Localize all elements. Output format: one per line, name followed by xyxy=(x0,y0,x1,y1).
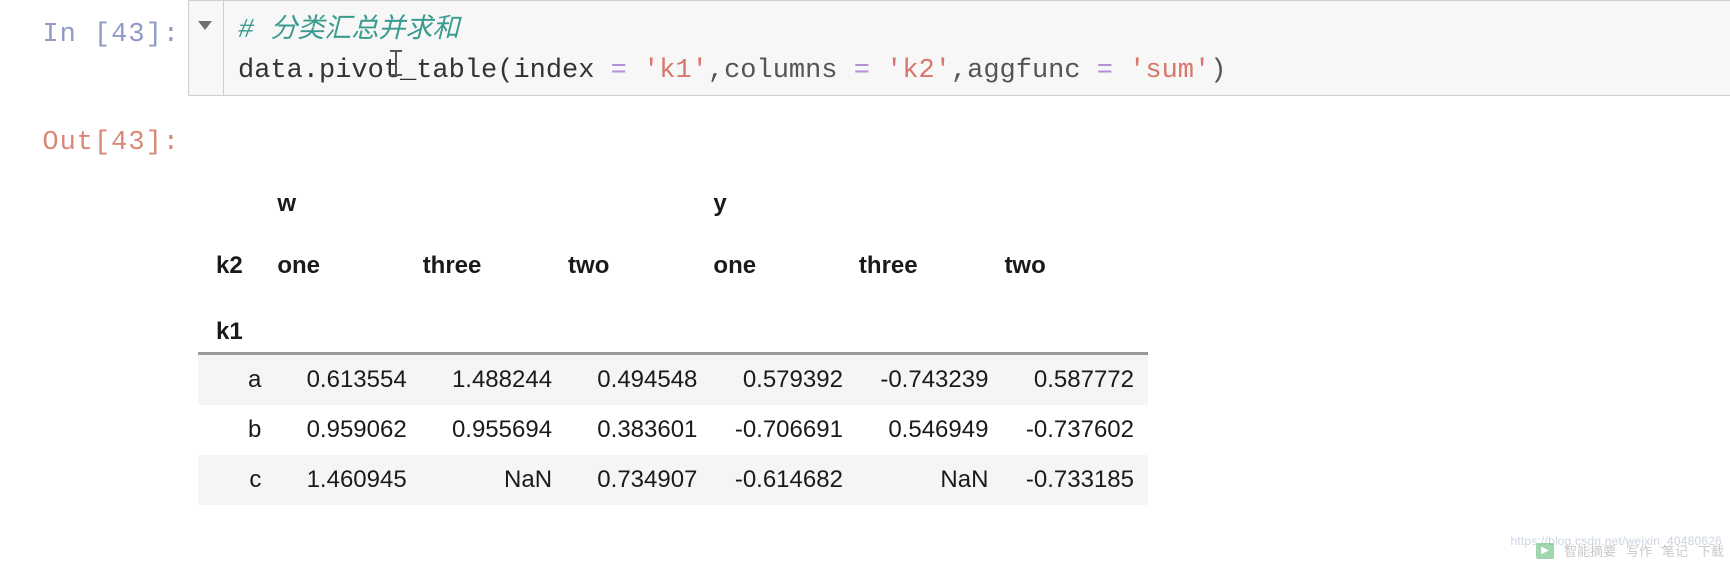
code-operator-2: = xyxy=(853,56,870,86)
index-name-spacer-6 xyxy=(1002,284,1148,352)
code-punct-1: ,columns xyxy=(707,56,838,86)
watermark-item-note[interactable]: 笔记 xyxy=(1662,541,1688,560)
column-header-4: three xyxy=(858,252,918,279)
row-label-a: a xyxy=(198,355,276,405)
table-row: c 1.460945 NaN 0.734907 -0.614682 NaN -0… xyxy=(198,455,1148,505)
cell-a-0: 0.613554 xyxy=(275,355,421,405)
pivot-table: w y k2 one three two one three two k1 a … xyxy=(198,160,1148,505)
text-cursor-icon xyxy=(390,50,402,76)
cell-c-1: NaN xyxy=(420,455,567,505)
notebook-input-cell: In [43]: # 分类汇总并求和 data.pivot_table(inde… xyxy=(0,0,1730,96)
cell-c-0: 1.460945 xyxy=(275,455,421,505)
cell-a-5: 0.587772 xyxy=(1002,355,1148,405)
output-prompt-label: Out[43]: xyxy=(42,128,180,158)
table-row: b 0.959062 0.955694 0.383601 -0.706691 0… xyxy=(198,405,1148,455)
cell-b-4: 0.546949 xyxy=(856,405,1003,455)
index-name-spacer-5 xyxy=(857,284,1003,352)
index-name-spacer-2 xyxy=(421,284,566,352)
index-name-k1: k1 xyxy=(216,318,243,345)
code-input-area[interactable]: # 分类汇总并求和 data.pivot_table(index = 'k1',… xyxy=(188,0,1730,96)
cell-a-4: -0.743239 xyxy=(856,355,1003,405)
row-label-c: c xyxy=(198,455,276,505)
column-header-2: two xyxy=(568,252,610,279)
code-comment: # 分类汇总并求和 xyxy=(238,16,460,46)
code-string-k1: 'k1' xyxy=(643,56,708,86)
code-editor[interactable]: # 分类汇总并求和 data.pivot_table(index = 'k1',… xyxy=(224,1,1730,95)
group-header-spacer-2 xyxy=(421,160,566,222)
index-name-spacer-3 xyxy=(566,284,711,352)
watermark-toolbar: ▶ 智能摘要 写作 笔记 下载 xyxy=(1535,541,1724,560)
group-header-w: w xyxy=(277,190,296,217)
group-header-y: y xyxy=(713,190,727,217)
cell-c-5: -0.733185 xyxy=(1002,455,1148,505)
code-string-k2: 'k2' xyxy=(886,56,951,86)
column-header-3: one xyxy=(713,252,757,279)
dataframe-output: w y k2 one three two one three two k1 a … xyxy=(198,160,1148,505)
watermark-item-download[interactable]: 下载 xyxy=(1698,541,1724,560)
code-punct-2: ,aggfunc xyxy=(950,56,1081,86)
chevron-down-icon[interactable] xyxy=(198,21,212,30)
code-operator-1: = xyxy=(610,56,627,86)
table-row: a 0.613554 1.488244 0.494548 0.579392 -0… xyxy=(198,355,1148,405)
cell-b-0: 0.959062 xyxy=(275,405,421,455)
cell-b-2: 0.383601 xyxy=(566,405,712,455)
index-name-spacer-1 xyxy=(275,284,420,352)
cell-c-3: -0.614682 xyxy=(711,455,857,505)
watermark-item-write[interactable]: 写作 xyxy=(1626,541,1652,560)
column-header-5: two xyxy=(1004,252,1046,279)
cell-b-1: 0.955694 xyxy=(420,405,567,455)
cell-a-3: 0.579392 xyxy=(711,355,857,405)
column-header-1: three xyxy=(422,252,482,279)
play-icon[interactable]: ▶ xyxy=(1535,542,1554,559)
row-label-b: b xyxy=(198,405,276,455)
cell-a-1: 1.488244 xyxy=(420,355,567,405)
cell-c-4: NaN xyxy=(856,455,1003,505)
code-operator-3: = xyxy=(1096,56,1113,86)
code-string-sum: 'sum' xyxy=(1129,56,1211,86)
watermark-item-summary[interactable]: 智能摘要 xyxy=(1564,541,1616,560)
input-prompt-label: In [43]: xyxy=(42,20,180,50)
group-header-spacer xyxy=(198,160,275,222)
group-header-spacer-5 xyxy=(1002,160,1148,222)
columns-name-k2: k2 xyxy=(216,252,243,279)
cell-c-2: 0.734907 xyxy=(566,455,712,505)
code-punct-3: ) xyxy=(1210,56,1227,86)
cell-collapse-gutter[interactable] xyxy=(189,1,224,95)
group-header-spacer-3 xyxy=(566,160,711,222)
table-index-name-row: k1 xyxy=(198,284,1148,352)
index-name-spacer-4 xyxy=(711,284,857,352)
code-call-expression: data.pivot_table(index xyxy=(238,56,595,86)
cell-b-3: -0.706691 xyxy=(711,405,857,455)
table-column-header-row: k2 one three two one three two xyxy=(198,222,1148,284)
column-header-0: one xyxy=(277,252,320,279)
table-group-header-row: w y xyxy=(198,160,1148,222)
group-header-spacer-4 xyxy=(857,160,1003,222)
cell-b-5: -0.737602 xyxy=(1002,405,1148,455)
cell-a-2: 0.494548 xyxy=(566,355,712,405)
